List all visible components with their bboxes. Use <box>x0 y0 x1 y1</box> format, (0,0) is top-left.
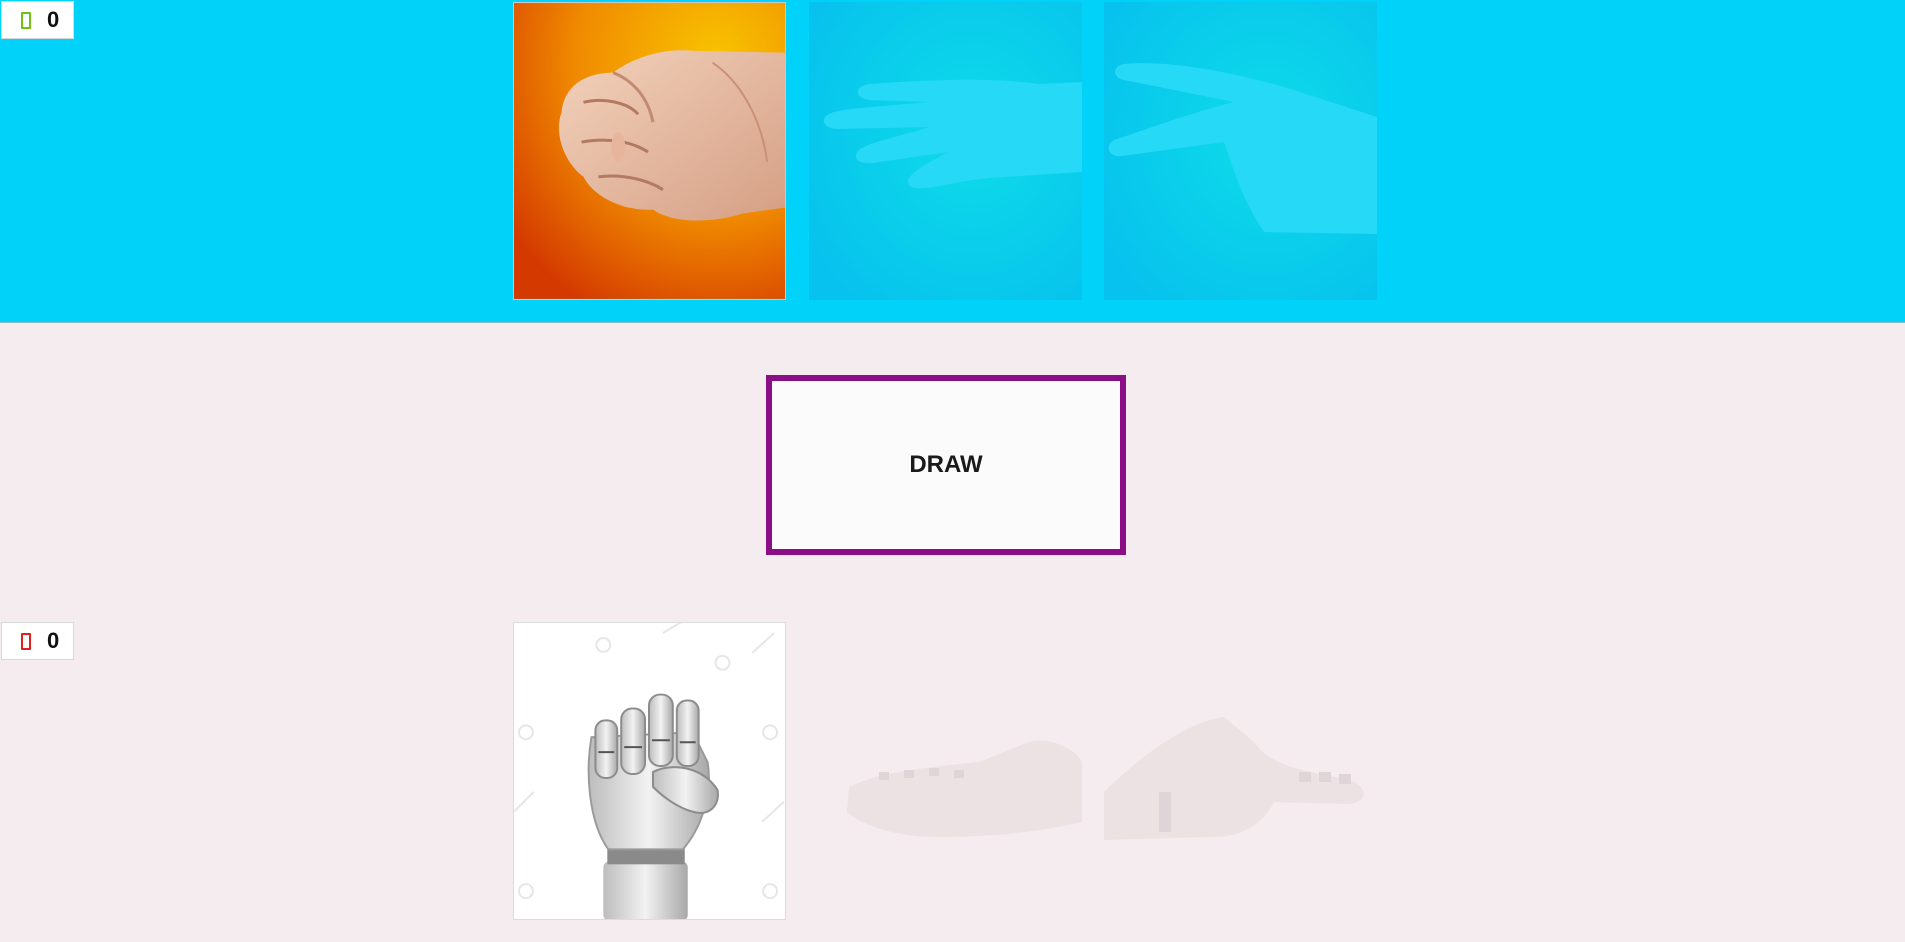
player-area: 0 <box>0 0 1905 323</box>
human-hand-paper-image <box>809 2 1082 300</box>
player-paper-card[interactable] <box>809 2 1082 300</box>
player-rock-card[interactable] <box>513 2 786 300</box>
computer-scissors-card <box>1104 622 1377 920</box>
result-label: DRAW <box>909 451 983 478</box>
robot-hand-paper-image <box>809 622 1082 920</box>
player-scissors-card[interactable] <box>1104 2 1377 300</box>
result-display: DRAW <box>766 375 1126 555</box>
computer-score-badge: 0 <box>1 622 74 660</box>
green-rectangle-icon <box>21 11 31 29</box>
player-score: 0 <box>47 7 60 32</box>
computer-rock-card <box>513 622 786 920</box>
player-score-badge: 0 <box>1 1 74 39</box>
computer-paper-card <box>809 622 1082 920</box>
human-fist-rock-image <box>514 3 785 299</box>
computer-score: 0 <box>47 628 60 653</box>
robot-hand-scissors-image <box>1104 622 1377 920</box>
robot-fist-rock-image <box>514 623 785 919</box>
red-rectangle-icon <box>21 632 31 650</box>
human-hand-scissors-image <box>1104 2 1377 300</box>
